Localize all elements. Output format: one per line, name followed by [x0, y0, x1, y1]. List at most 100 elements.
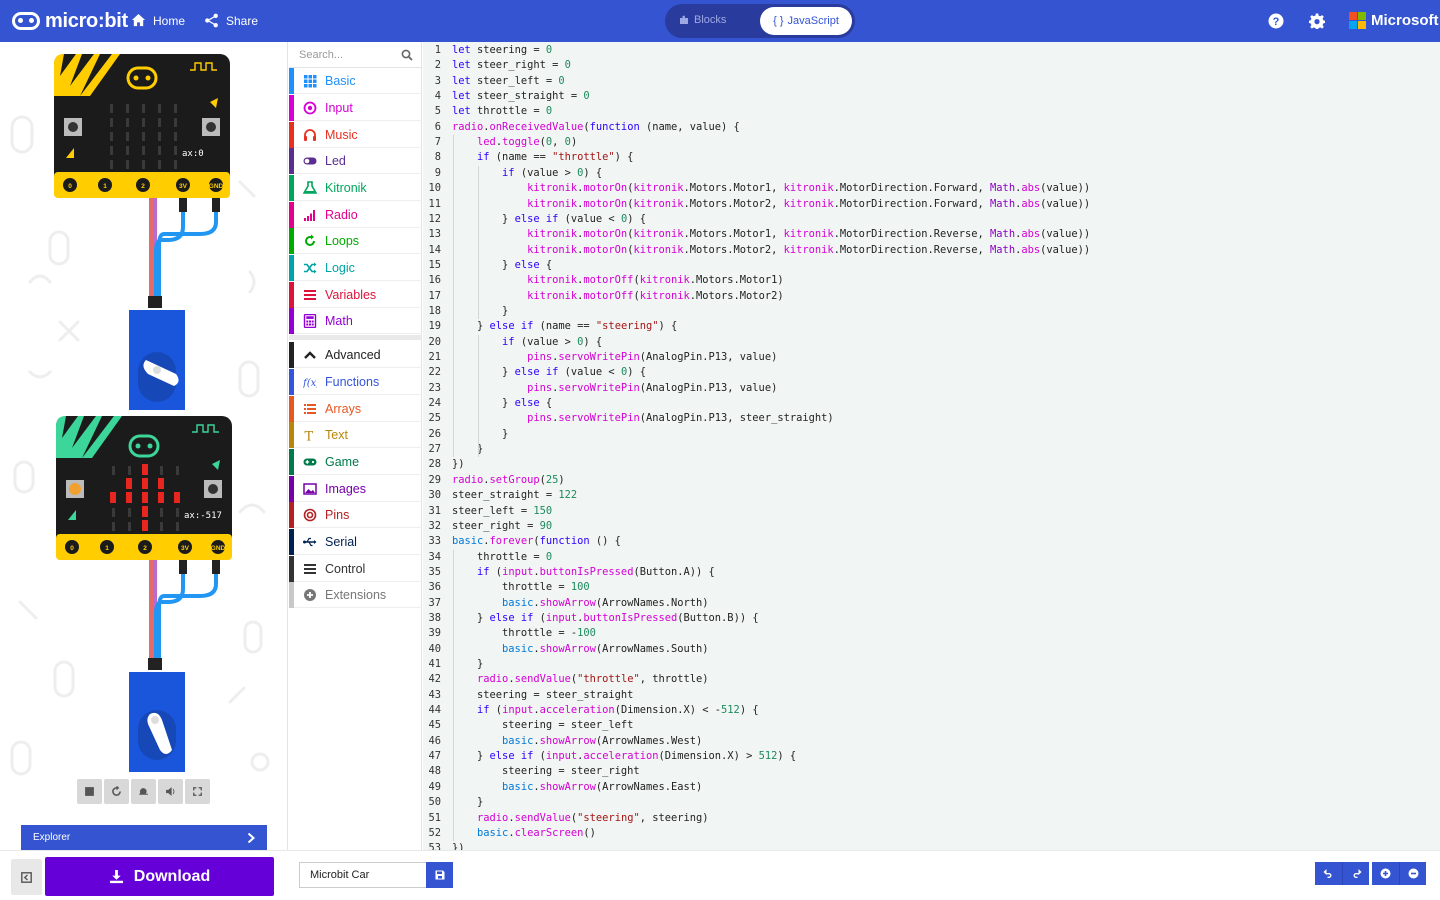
code-line[interactable]: 44 if (input.acceleration(Dimension.X) <…: [423, 703, 758, 718]
category-serial[interactable]: Serial: [289, 528, 422, 555]
zoom-in-button[interactable]: [1372, 862, 1399, 885]
code-line[interactable]: 8 if (name == "throttle") {: [423, 150, 634, 165]
line-number: 43: [428, 688, 441, 701]
settings-gear-icon[interactable]: [1309, 13, 1325, 29]
category-text[interactable]: T Text: [289, 421, 422, 448]
code-line[interactable]: 20 if (value > 0) {: [423, 335, 602, 350]
code-line[interactable]: 4 let steer_straight = 0: [423, 89, 590, 104]
code-line[interactable]: 26 }: [423, 427, 508, 442]
code-line[interactable]: 52 basic.clearScreen(): [423, 826, 595, 841]
search-input[interactable]: Search...: [299, 49, 343, 61]
code-line[interactable]: 48 steering = steer_right: [423, 764, 639, 779]
code-line[interactable]: 3 let steer_left = 0: [423, 74, 565, 89]
category-input[interactable]: Input: [289, 94, 422, 121]
home-button[interactable]: Home: [131, 13, 185, 28]
category-images[interactable]: Images: [289, 475, 422, 502]
code-line[interactable]: 35 if (input.buttonIsPressed(Button.A)) …: [423, 565, 714, 580]
code-line[interactable]: 47 } else if (input.acceleration(Dimensi…: [423, 749, 796, 764]
code-line[interactable]: 6 radio.onReceivedValue(function (name, v…: [423, 120, 740, 135]
code-line[interactable]: 31 steer_left = 150: [423, 504, 552, 519]
stop-button[interactable]: [77, 779, 102, 804]
code-line[interactable]: 36 throttle = 100: [423, 580, 589, 595]
share-button[interactable]: Share: [204, 13, 258, 28]
category-music[interactable]: Music: [289, 121, 422, 148]
toolbox-search[interactable]: Search...: [289, 42, 422, 68]
code-line[interactable]: 19 } else if (name == "steering") {: [423, 319, 677, 334]
code-line[interactable]: 28}): [423, 457, 464, 472]
code-line[interactable]: 15 } else {: [423, 258, 552, 273]
code-line[interactable]: 13 kitronik.motorOn(kitronik.Motors.Moto…: [423, 227, 1090, 242]
javascript-tab[interactable]: { } JavaScript: [760, 7, 852, 35]
code-line[interactable]: 51 radio.sendValue("steering", steering): [423, 811, 708, 826]
code-line[interactable]: 11 kitronik.motorOn(kitronik.Motors.Moto…: [423, 197, 1090, 212]
code-line[interactable]: 46 basic.showArrow(ArrowNames.West): [423, 734, 702, 749]
category-label: Loops: [325, 233, 360, 248]
code-line[interactable]: 25 pins.servoWritePin(AnalogPin.P13, ste…: [423, 411, 833, 426]
project-name-input[interactable]: Microbit Car: [299, 862, 427, 888]
collapse-simulator-button[interactable]: [11, 859, 42, 895]
category-extensions[interactable]: Extensions: [289, 581, 422, 608]
code-line[interactable]: 38 } else if (input.buttonIsPressed(Butt…: [423, 611, 758, 626]
category-logic[interactable]: Logic: [289, 254, 422, 281]
grid-icon: [303, 74, 317, 88]
category-basic[interactable]: Basic: [289, 67, 422, 94]
code-line[interactable]: 7 led.toggle(0, 0): [423, 135, 577, 150]
category-advanced[interactable]: Advanced: [289, 341, 422, 368]
code-line[interactable]: 2 let steer_right = 0: [423, 58, 571, 73]
help-icon[interactable]: ?: [1268, 13, 1284, 29]
code-line[interactable]: 42 radio.sendValue("throttle", throttle): [423, 672, 708, 687]
undo-button[interactable]: [1315, 862, 1342, 885]
code-line[interactable]: 34 throttle = 0: [423, 550, 552, 565]
code-text: basic.forever(function () {: [452, 535, 621, 548]
blocks-tab[interactable]: Blocks: [679, 14, 726, 26]
category-loops[interactable]: Loops: [289, 227, 422, 254]
category-game[interactable]: Game: [289, 448, 422, 475]
restart-button[interactable]: [104, 779, 129, 804]
microsoft-logo[interactable]: Microsoft: [1349, 12, 1439, 29]
code-line[interactable]: 29 radio.setGroup(25): [423, 473, 564, 488]
microbit-logo[interactable]: micro:bit: [12, 10, 128, 32]
code-line[interactable]: 14 kitronik.motorOn(kitronik.Motors.Moto…: [423, 243, 1090, 258]
category-pins[interactable]: Pins: [289, 501, 422, 528]
category-math[interactable]: Math: [289, 307, 422, 334]
save-button[interactable]: [426, 862, 453, 888]
category-control[interactable]: Control: [289, 555, 422, 582]
category-arrays[interactable]: Arrays: [289, 395, 422, 422]
slow-mo-button[interactable]: [131, 779, 156, 804]
code-line[interactable]: 32 steer_right = 90: [423, 519, 552, 534]
explorer-button[interactable]: Explorer: [21, 825, 267, 850]
code-line[interactable]: 24 } else {: [423, 396, 552, 411]
code-line[interactable]: 9 if (value > 0) {: [423, 166, 602, 181]
code-line[interactable]: 23 pins.servoWritePin(AnalogPin.P13, val…: [423, 381, 777, 396]
category-radio[interactable]: Radio: [289, 201, 422, 228]
fullscreen-button[interactable]: [185, 779, 210, 804]
code-line[interactable]: 45 steering = steer_left: [423, 718, 633, 733]
code-line[interactable]: 1 let steering = 0: [423, 43, 552, 58]
line-number: 6: [434, 120, 441, 133]
code-line[interactable]: 12 } else if (value < 0) {: [423, 212, 646, 227]
category-led[interactable]: Led: [289, 147, 422, 174]
code-line[interactable]: 5 let throttle = 0: [423, 104, 552, 119]
code-line[interactable]: 30 steer_straight = 122: [423, 488, 577, 503]
code-line[interactable]: 37 basic.showArrow(ArrowNames.North): [423, 596, 708, 611]
category-variables[interactable]: Variables: [289, 281, 422, 308]
code-line[interactable]: 33 basic.forever(function () {: [423, 534, 621, 549]
snail-icon: [139, 788, 148, 795]
code-line[interactable]: 10 kitronik.motorOn(kitronik.Motors.Moto…: [423, 181, 1090, 196]
mute-button[interactable]: [158, 779, 183, 804]
code-line[interactable]: 39 throttle = -100: [423, 626, 595, 641]
redo-button[interactable]: [1342, 862, 1369, 885]
category-kitronik[interactable]: Kitronik: [289, 174, 422, 201]
line-number: 32: [428, 519, 441, 532]
code-editor[interactable]: 1 let steering = 0 2 let steer_right = 0 3 le…: [423, 42, 1440, 850]
code-line[interactable]: 43 steering = steer_straight: [423, 688, 633, 703]
code-line[interactable]: 21 pins.servoWritePin(AnalogPin.P13, val…: [423, 350, 777, 365]
code-line[interactable]: 49 basic.showArrow(ArrowNames.East): [423, 780, 702, 795]
code-line[interactable]: 53}): [423, 841, 464, 850]
zoom-out-button[interactable]: [1399, 862, 1426, 885]
code-line[interactable]: 22 } else if (value < 0) {: [423, 365, 646, 380]
category-functions[interactable]: f(x) Functions: [289, 368, 422, 395]
code-line[interactable]: 40 basic.showArrow(ArrowNames.South): [423, 642, 708, 657]
download-button[interactable]: Download: [45, 857, 274, 896]
code-line[interactable]: 18 }: [423, 304, 508, 319]
